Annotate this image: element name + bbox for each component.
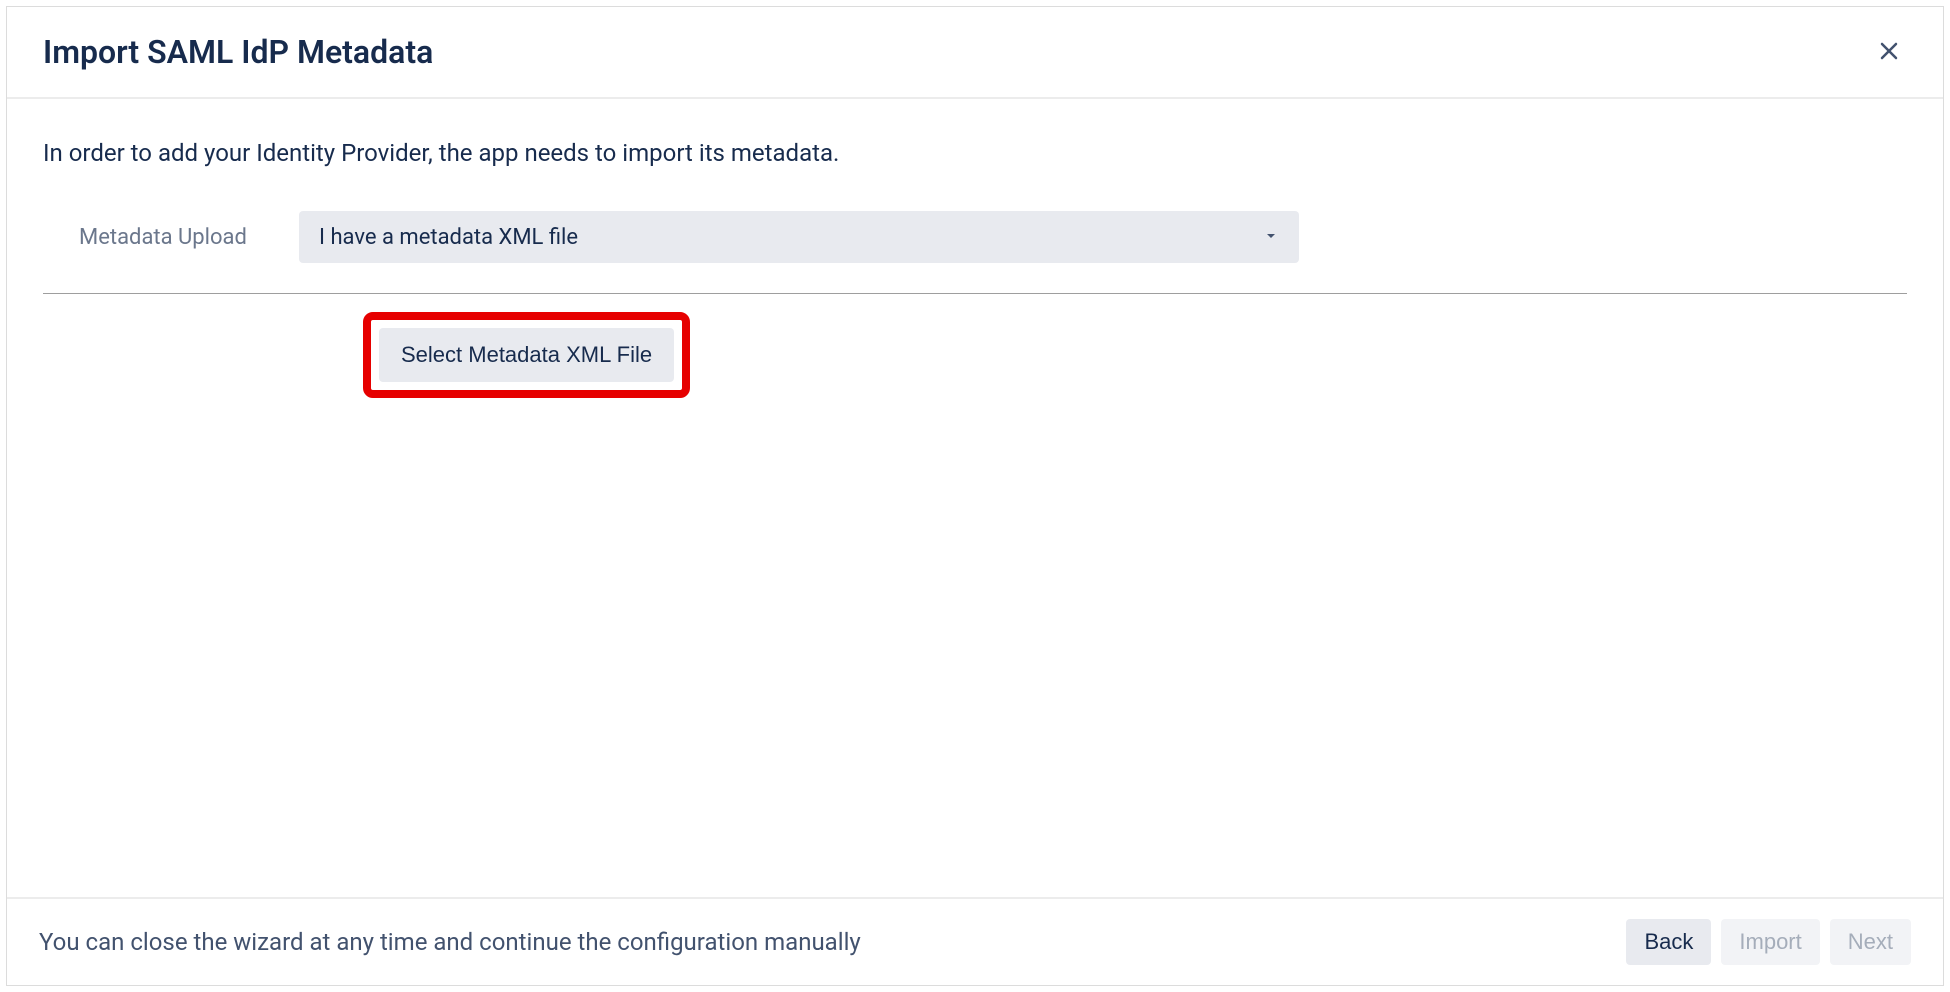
- metadata-upload-label: Metadata Upload: [79, 225, 269, 250]
- instruction-text: In order to add your Identity Provider, …: [43, 139, 1907, 167]
- import-button[interactable]: Import: [1721, 919, 1819, 965]
- dialog-header: Import SAML IdP Metadata: [7, 7, 1943, 99]
- import-saml-idp-dialog: Import SAML IdP Metadata In order to add…: [6, 6, 1944, 986]
- metadata-upload-row: Metadata Upload I have a metadata XML fi…: [43, 211, 1907, 294]
- next-button[interactable]: Next: [1830, 919, 1911, 965]
- close-button[interactable]: [1871, 34, 1907, 70]
- dialog-footer: You can close the wizard at any time and…: [7, 897, 1943, 985]
- select-file-row: Select Metadata XML File: [43, 294, 1907, 398]
- back-button[interactable]: Back: [1626, 919, 1711, 965]
- chevron-down-icon: [1263, 225, 1279, 250]
- dialog-title: Import SAML IdP Metadata: [43, 33, 433, 71]
- dialog-body: In order to add your Identity Provider, …: [7, 99, 1943, 897]
- footer-hint: You can close the wizard at any time and…: [39, 928, 861, 956]
- select-file-highlight: Select Metadata XML File: [363, 312, 690, 398]
- select-metadata-xml-file-button[interactable]: Select Metadata XML File: [379, 328, 674, 382]
- close-icon: [1877, 39, 1901, 66]
- footer-buttons: Back Import Next: [1626, 919, 1911, 965]
- dropdown-selected-value: I have a metadata XML file: [319, 225, 578, 250]
- metadata-upload-dropdown[interactable]: I have a metadata XML file: [299, 211, 1299, 263]
